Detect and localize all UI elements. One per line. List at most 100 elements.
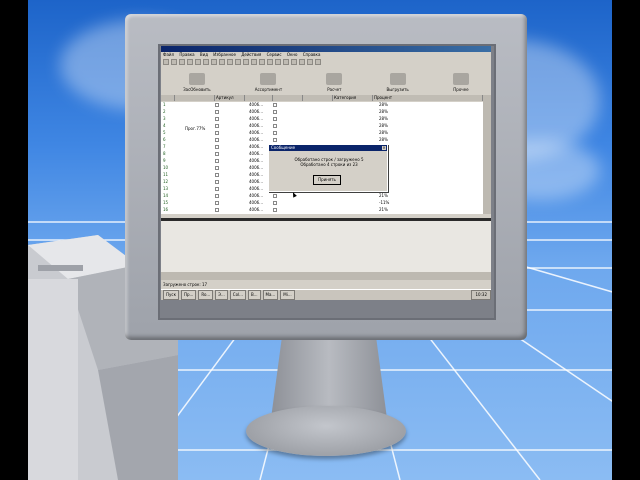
menu-item[interactable]: Вид xyxy=(200,52,208,57)
row-checkbox[interactable] xyxy=(273,194,277,198)
row-checkbox[interactable] xyxy=(273,103,277,107)
taskbar-item[interactable]: Пр... xyxy=(181,290,197,300)
toolbar-button[interactable] xyxy=(243,59,249,65)
toolbar-button[interactable] xyxy=(171,59,177,65)
table-row[interactable]: 1 4006... 28% xyxy=(161,102,483,108)
toolbar-button[interactable] xyxy=(203,59,209,65)
row-checkbox[interactable] xyxy=(215,180,219,184)
menu-item[interactable]: Действия xyxy=(241,52,261,57)
toolbar-button[interactable] xyxy=(283,59,289,65)
menu-item[interactable]: Сервис xyxy=(267,52,282,57)
column-header[interactable]: Категория xyxy=(333,95,373,101)
toolbar-button[interactable] xyxy=(235,59,241,65)
column-header[interactable] xyxy=(303,95,333,101)
taskbar-item[interactable]: Ro... xyxy=(198,290,214,300)
table-row[interactable]: 4 4006... 28% xyxy=(161,123,483,129)
toolbar-button[interactable] xyxy=(211,59,217,65)
row-checkbox[interactable] xyxy=(273,131,277,135)
toolbar-button[interactable] xyxy=(275,59,281,65)
row-percent: 28% xyxy=(379,116,388,121)
row-checkbox[interactable] xyxy=(215,208,219,212)
refresh-icon xyxy=(188,73,205,85)
table-row[interactable]: 5 4006... 28% xyxy=(161,130,483,136)
row-checkbox[interactable] xyxy=(215,187,219,191)
row-checkbox[interactable] xyxy=(215,117,219,121)
row-index: 12 xyxy=(163,179,169,184)
toolbar-button[interactable] xyxy=(299,59,305,65)
toolbar-button[interactable] xyxy=(195,59,201,65)
table-row[interactable]: 6 4006... 28% xyxy=(161,137,483,143)
menu-item[interactable]: Правка xyxy=(179,52,194,57)
column-header[interactable]: Артикул xyxy=(215,95,245,101)
column-header[interactable] xyxy=(273,95,303,101)
toolbar-big-button[interactable]: Расчет xyxy=(326,73,343,92)
toolbar-button[interactable] xyxy=(163,59,169,65)
scene: Файл Правка Вид Избранное Действия Серви… xyxy=(0,0,640,480)
horizontal-scrollbar[interactable] xyxy=(161,272,491,280)
row-checkbox[interactable] xyxy=(273,117,277,121)
row-checkbox[interactable] xyxy=(215,138,219,142)
row-index: 10 xyxy=(163,165,169,170)
row-code: 4006... xyxy=(249,207,263,212)
toolbar-big-button[interactable]: Выгрузить xyxy=(386,73,409,92)
toolbar-button[interactable] xyxy=(227,59,233,65)
row-checkbox[interactable] xyxy=(273,110,277,114)
row-code: 4006... xyxy=(249,123,263,128)
taskbar-item[interactable]: Ma... xyxy=(262,290,279,300)
row-checkbox[interactable] xyxy=(215,194,219,198)
menu-item[interactable]: Окно xyxy=(287,52,298,57)
toolbar-button[interactable] xyxy=(307,59,313,65)
row-checkbox[interactable] xyxy=(215,110,219,114)
toolbar-button[interactable] xyxy=(179,59,185,65)
toolbar-button[interactable] xyxy=(251,59,257,65)
row-index: 1 xyxy=(163,102,166,107)
table-row[interactable]: 3 4006... 28% xyxy=(161,116,483,122)
menu-item[interactable]: Избранное xyxy=(213,52,236,57)
row-index: 3 xyxy=(163,116,166,121)
row-checkbox[interactable] xyxy=(215,152,219,156)
row-checkbox[interactable] xyxy=(215,131,219,135)
row-checkbox[interactable] xyxy=(215,103,219,107)
row-checkbox[interactable] xyxy=(215,173,219,177)
row-checkbox[interactable] xyxy=(215,201,219,205)
taskbar-item[interactable]: Col... xyxy=(229,290,246,300)
row-checkbox[interactable] xyxy=(215,145,219,149)
column-header[interactable] xyxy=(175,95,215,101)
taskbar-item[interactable]: B... xyxy=(247,290,261,300)
export-icon xyxy=(389,73,406,85)
menu-item[interactable]: Файл xyxy=(163,52,174,57)
taskbar-item[interactable]: Э... xyxy=(215,290,228,300)
row-checkbox[interactable] xyxy=(215,124,219,128)
column-header[interactable] xyxy=(245,95,273,101)
toolbar-big-button[interactable]: Ассортимент xyxy=(255,73,282,92)
row-checkbox[interactable] xyxy=(273,201,277,205)
main-toolbar: ЗасОбновить Ассортимент Расчет Выгрузить… xyxy=(161,68,491,92)
toolbar-button[interactable] xyxy=(267,59,273,65)
toolbar-button[interactable] xyxy=(219,59,225,65)
vertical-scrollbar[interactable] xyxy=(483,95,491,214)
toolbar-button[interactable] xyxy=(259,59,265,65)
dialog-title[interactable]: Сообщение × xyxy=(269,145,387,151)
table-row[interactable]: 15 4006... -11% xyxy=(161,200,483,206)
row-checkbox[interactable] xyxy=(273,138,277,142)
toolbar-big-button[interactable]: Прочее xyxy=(452,73,469,92)
close-icon[interactable]: × xyxy=(382,146,386,150)
table-row[interactable]: 14 4006... 21% xyxy=(161,193,483,199)
row-checkbox[interactable] xyxy=(273,208,277,212)
column-header[interactable]: Процент xyxy=(373,95,483,101)
toolbar-button[interactable] xyxy=(187,59,193,65)
column-header[interactable] xyxy=(161,95,175,101)
toolbar-button[interactable] xyxy=(315,59,321,65)
ok-button[interactable]: Принять xyxy=(313,175,341,185)
row-checkbox[interactable] xyxy=(273,124,277,128)
table-row[interactable]: 16 4006... 21% xyxy=(161,207,483,213)
taskbar-item[interactable]: Mi... xyxy=(280,290,295,300)
row-checkbox[interactable] xyxy=(215,159,219,163)
start-button[interactable]: Пуск xyxy=(163,290,179,300)
table-row[interactable]: 2 4006... 28% xyxy=(161,109,483,115)
grid-header: Артикул Категория Процент xyxy=(161,95,483,101)
row-checkbox[interactable] xyxy=(215,166,219,170)
toolbar-button[interactable] xyxy=(291,59,297,65)
menu-item[interactable]: Справка xyxy=(303,52,321,57)
toolbar-big-button[interactable]: ЗасОбновить xyxy=(183,73,211,92)
